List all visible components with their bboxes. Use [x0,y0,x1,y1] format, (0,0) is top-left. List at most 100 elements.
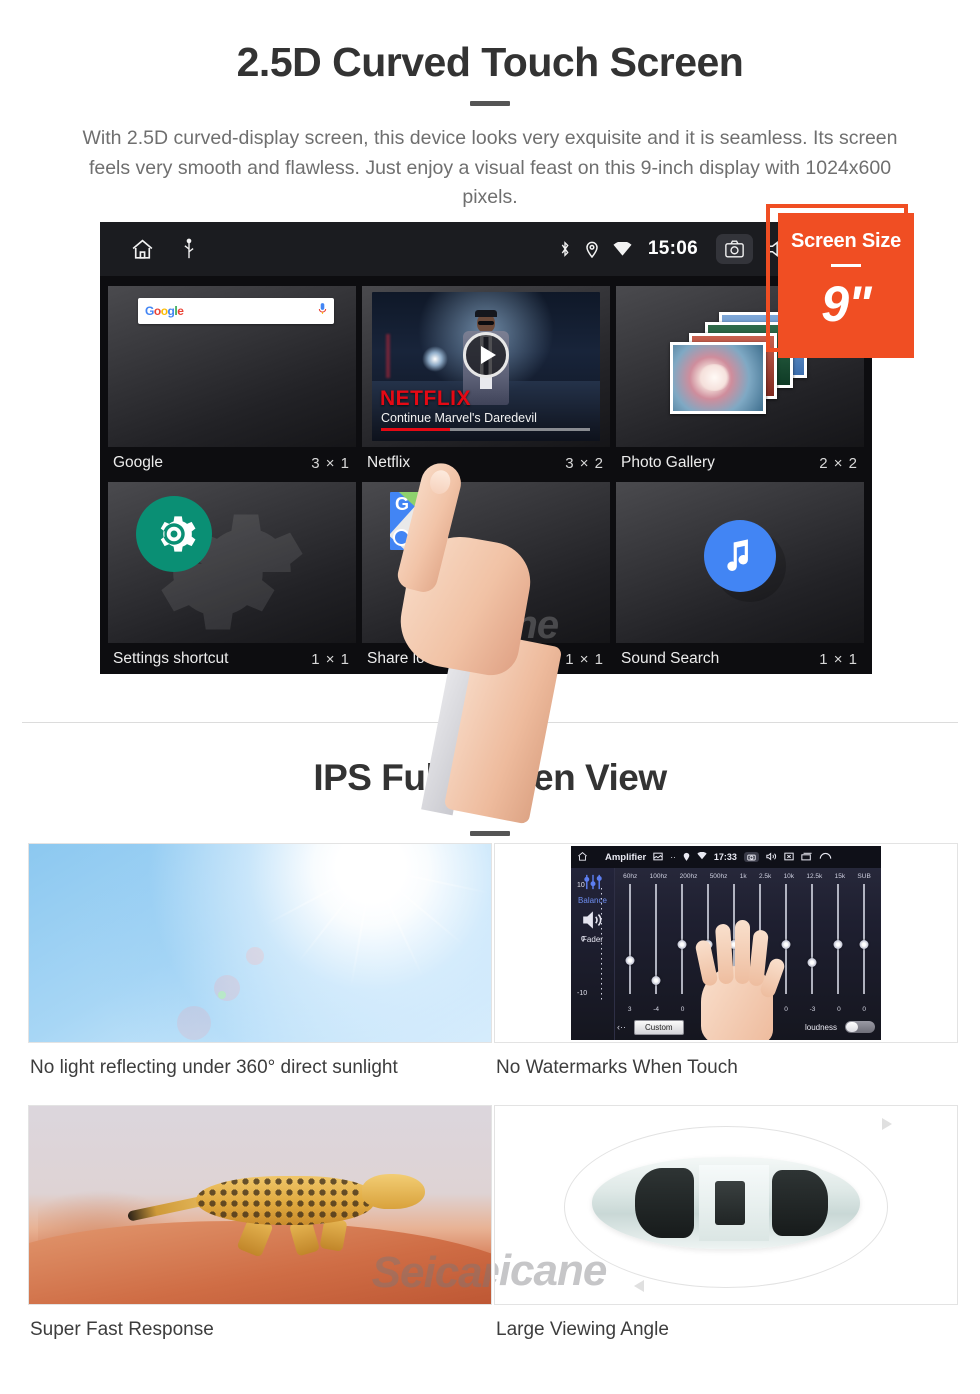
car-image: Seicane [494,1105,958,1305]
status-time: 15:06 [647,238,698,259]
eq-value: 0 [680,1006,685,1013]
band-label: 500hz [709,872,728,880]
sky-gradient [29,844,491,1042]
caption-car: Large Viewing Angle [496,1319,669,1340]
amplifier-screen: Amplifier ·· 17:33 Balance Fader 10 0 -1… [571,846,881,1040]
widget-sound-search-size: 1 × 1 [819,650,858,668]
band-label: 12.5k [806,872,823,880]
section-divider [22,722,958,723]
eq-slider [854,884,874,1006]
page-indicator[interactable] [438,661,534,664]
widget-netflix[interactable]: NETFLIX Continue Marvel's Daredevil Netf… [362,286,610,479]
volume-icon[interactable] [766,851,777,863]
band-label: 60hz [623,872,638,880]
scale-bottom: -10 [577,990,588,997]
netflix-artwork: NETFLIX Continue Marvel's Daredevil [372,292,600,441]
cheetah-illustration [127,1159,431,1262]
scale-ticks [601,888,602,1000]
scale-mid: 0 [581,936,585,943]
band-label: 15k [834,872,846,880]
caption-sunlight: No light reflecting under 360° direct su… [30,1057,398,1078]
netflix-progress-bar [381,428,590,431]
widget-photo-gallery-label-row: Photo Gallery 2 × 2 [616,447,864,479]
gear-icon[interactable] [136,496,212,572]
band-label: 2.5k [758,872,772,880]
previous-icon[interactable]: ‹·· [617,1022,626,1032]
amplifier-status-bar: Amplifier ·· 17:33 [571,846,881,868]
band-label: 100hz [649,872,668,880]
scale-top: 10 [577,882,585,889]
preset-button[interactable]: Custom [634,1019,684,1035]
widget-grid: Google Google 3 × 1 NETFLIX Continue Mar… [100,276,872,674]
google-search-bar[interactable]: Google [138,298,334,324]
amplifier-band-labels: 60hz 100hz 200hz 500hz 1k 2.5k 10k 12.5k… [617,870,877,882]
back-icon[interactable] [819,852,832,863]
widget-google-size: 3 × 1 [311,454,350,472]
section1-title-rule [470,101,510,107]
cheetah-watermark: Seicane [371,1248,491,1297]
page-dot[interactable] [438,661,464,664]
loudness-toggle[interactable] [845,1021,875,1033]
section1-title: 2.5D Curved Touch Screen [236,39,744,85]
eq-slider [620,884,640,1006]
amplifier-scale: 10 0 -10 [577,882,613,1006]
music-note-icon[interactable] [704,520,776,592]
home-icon[interactable] [130,237,155,262]
close-box-icon[interactable] [784,852,794,863]
band-label: 200hz [679,872,698,880]
caption-amplifier: No Watermarks When Touch [496,1057,738,1078]
gallery-icon[interactable] [653,852,663,863]
screen-size-badge: Screen Size 9" [778,213,914,358]
eq-value: -3 [809,1006,816,1013]
eq-value: 3 [627,1006,632,1013]
page-dot-active[interactable] [508,661,534,664]
widget-settings-shortcut[interactable]: Settings shortcut 1 × 1 [108,482,356,674]
recents-icon[interactable] [801,852,812,863]
band-label: 1k [739,872,747,880]
feature-card-amplifier: Amplifier ·· 17:33 Balance Fader 10 0 -1… [494,843,958,1105]
netflix-headlight-glow [422,345,449,372]
head-unit-screenshot: 15:06 Google Google 3 × 1 NETFLIX Contin… [100,222,872,674]
page-dot[interactable] [473,661,499,664]
maps-icon[interactable]: G [390,492,448,550]
sunlight-image [28,843,492,1043]
widget-google-label-row: Google 3 × 1 [108,447,356,479]
widget-google[interactable]: Google Google 3 × 1 [108,286,356,479]
eq-slider [802,884,822,1006]
widget-settings-preview[interactable] [108,482,356,643]
microphone-icon[interactable] [318,302,327,320]
widget-google-name: Google [113,454,163,471]
section1-description: With 2.5D curved-display screen, this de… [82,127,898,209]
eq-slider [646,884,666,1006]
feature-card-sunlight: No light reflecting under 360° direct su… [28,843,492,1105]
widget-google-preview[interactable]: Google [108,286,356,447]
section2-title-rule [470,831,510,836]
amplifier-time: 17:33 [713,852,737,862]
camera-icon[interactable] [743,852,759,862]
usb-icon [181,238,197,260]
amplifier-photo: Amplifier ·· 17:33 Balance Fader 10 0 -1… [495,844,957,1042]
netflix-subtitle: Continue Marvel's Daredevil [381,411,537,425]
widget-settings-name: Settings shortcut [113,650,229,667]
widget-sound-search[interactable]: Sound Search 1 × 1 [616,482,864,674]
home-icon[interactable] [577,851,588,864]
more-icon[interactable]: ·· [670,852,676,862]
band-label: SUB [857,872,871,880]
widget-netflix-name: Netflix [367,454,411,471]
feature-card-cheetah: Seicane Super Fast Response [28,1105,492,1367]
widget-netflix-preview[interactable]: NETFLIX Continue Marvel's Daredevil [362,286,610,447]
touching-hand-illustration [689,918,787,1040]
camera-icon[interactable] [716,234,753,264]
widget-row-top: Google Google 3 × 1 NETFLIX Continue Mar… [108,286,864,479]
amplifier-image: Amplifier ·· 17:33 Balance Fader 10 0 -1… [494,843,958,1043]
band-label: 10k [783,872,795,880]
widget-photo-gallery-name: Photo Gallery [621,454,715,471]
widget-sound-search-label-row: Sound Search 1 × 1 [616,643,864,674]
play-icon[interactable] [463,331,509,378]
google-logo: Google [145,304,184,318]
car-top-view [592,1157,860,1249]
widget-photo-gallery-size: 2 × 2 [819,454,858,472]
product-feature-page: 2.5D Curved Touch Screen With 2.5D curve… [0,0,980,1394]
widget-sound-search-preview[interactable] [616,482,864,643]
caption-cheetah: Super Fast Response [30,1319,214,1340]
